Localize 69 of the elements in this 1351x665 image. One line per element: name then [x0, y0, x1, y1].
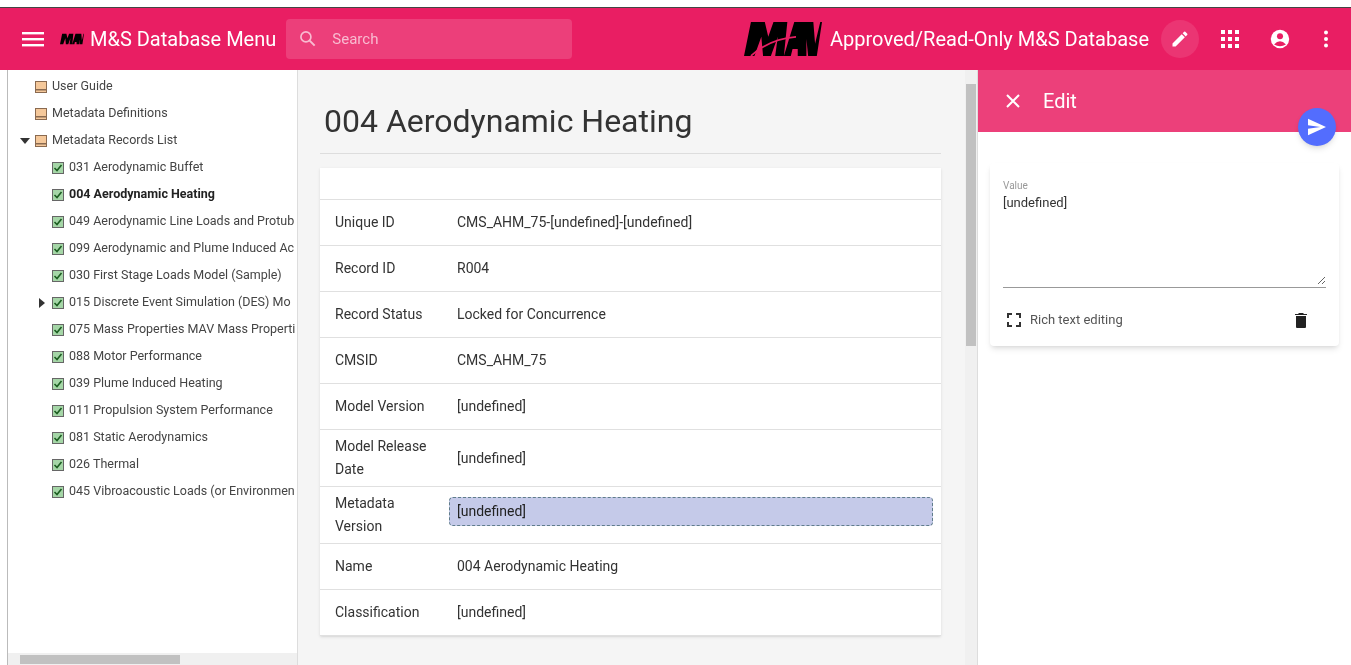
tree-item[interactable]: 015 Discrete Event Simulation (DES) Mo: [69, 293, 291, 312]
field-value[interactable]: 004 Aerodynamic Heating: [457, 556, 926, 577]
book-icon: [35, 80, 47, 93]
pencil-icon: [1170, 29, 1190, 49]
fullscreen-icon[interactable]: [1007, 312, 1021, 327]
collapse-caret-icon[interactable]: [20, 135, 30, 146]
field-value[interactable]: [undefined]: [457, 396, 926, 417]
field-value[interactable]: [undefined]: [457, 447, 926, 469]
tree-item[interactable]: 004 Aerodynamic Heating: [69, 185, 215, 204]
checked-checkbox[interactable]: [52, 377, 64, 390]
search-input[interactable]: Search: [332, 27, 533, 51]
expand-caret-icon[interactable]: [37, 297, 47, 308]
tree-item[interactable]: Metadata Definitions: [52, 104, 168, 123]
field-label: Record ID: [335, 259, 397, 278]
tree-item[interactable]: 088 Motor Performance: [69, 347, 202, 366]
checked-checkbox[interactable]: [52, 242, 64, 255]
search-field[interactable]: Search: [286, 19, 573, 59]
tree-item[interactable]: 045 Vibroacoustic Loads (or Environmen: [69, 482, 295, 501]
app-menu-title: M&S Database Menu: [90, 26, 277, 53]
tree-item[interactable]: 039 Plume Induced Heating: [69, 374, 223, 393]
field-label: Unique ID: [335, 213, 396, 232]
panel-title: Edit: [1043, 88, 1077, 115]
tree-item[interactable]: 081 Static Aerodynamics: [69, 428, 208, 447]
app-title: Approved/Read-Only M&S Database: [830, 26, 1149, 53]
book-icon: [35, 134, 47, 147]
edit-button[interactable]: [1161, 20, 1199, 58]
tree-item[interactable]: 049 Aerodynamic Line Loads and Protub: [69, 212, 295, 231]
page-title: 004 Aerodynamic Heating: [320, 70, 941, 154]
tree-item[interactable]: Metadata Records List: [52, 131, 178, 150]
horizontal-scrollbar[interactable]: [8, 653, 297, 665]
field-label: Metadata Version: [335, 494, 396, 536]
checked-checkbox[interactable]: [52, 215, 64, 228]
field-label: Record Status: [335, 305, 424, 324]
field-value[interactable]: [undefined]: [449, 497, 933, 526]
field-value[interactable]: CMS_AHM_75: [457, 350, 926, 371]
rich-text-toggle[interactable]: Rich text editing: [1030, 310, 1123, 330]
field-value[interactable]: R004: [457, 258, 926, 279]
checked-checkbox[interactable]: [52, 269, 64, 282]
delete-icon[interactable]: [1294, 310, 1308, 329]
tree-item[interactable]: 075 Mass Properties MAV Mass Properti: [69, 320, 296, 339]
checked-checkbox[interactable]: [52, 323, 64, 336]
send-icon: [1307, 118, 1327, 136]
checked-checkbox[interactable]: [52, 188, 64, 201]
tree-item[interactable]: User Guide: [52, 77, 113, 96]
field-label: CMSID: [335, 351, 379, 370]
tree-item[interactable]: 026 Thermal: [69, 455, 139, 474]
send-button[interactable]: [1298, 108, 1336, 146]
checked-checkbox[interactable]: [52, 296, 64, 309]
value-field[interactable]: Value [undefined]: [1003, 178, 1326, 288]
field-value[interactable]: [undefined]: [457, 602, 926, 623]
checked-checkbox[interactable]: [52, 350, 64, 363]
vertical-scrollbar[interactable]: [965, 70, 977, 665]
tree-item[interactable]: 030 First Stage Loads Model (Sample): [69, 266, 282, 285]
checked-checkbox[interactable]: [52, 161, 64, 174]
tree-item[interactable]: 099 Aerodynamic and Plume Induced Ac: [69, 239, 295, 258]
field-label: Classification: [335, 603, 421, 622]
book-icon: [35, 107, 47, 120]
field-value[interactable]: CMS_AHM_75-[undefined]-[undefined]: [457, 212, 926, 233]
field-label: Model Version: [335, 397, 426, 416]
field-value[interactable]: Locked for Concurrence: [457, 304, 926, 325]
tree-item[interactable]: 011 Propulsion System Performance: [69, 401, 273, 420]
field-label: Name: [335, 557, 374, 576]
tree-item[interactable]: 031 Aerodynamic Buffet: [69, 158, 204, 177]
field-label: Model Release Date: [335, 437, 427, 479]
checked-checkbox[interactable]: [52, 431, 64, 444]
logo-icon: [60, 33, 84, 45]
checked-checkbox[interactable]: [52, 485, 64, 498]
checked-checkbox[interactable]: [52, 404, 64, 417]
checked-checkbox[interactable]: [52, 458, 64, 471]
